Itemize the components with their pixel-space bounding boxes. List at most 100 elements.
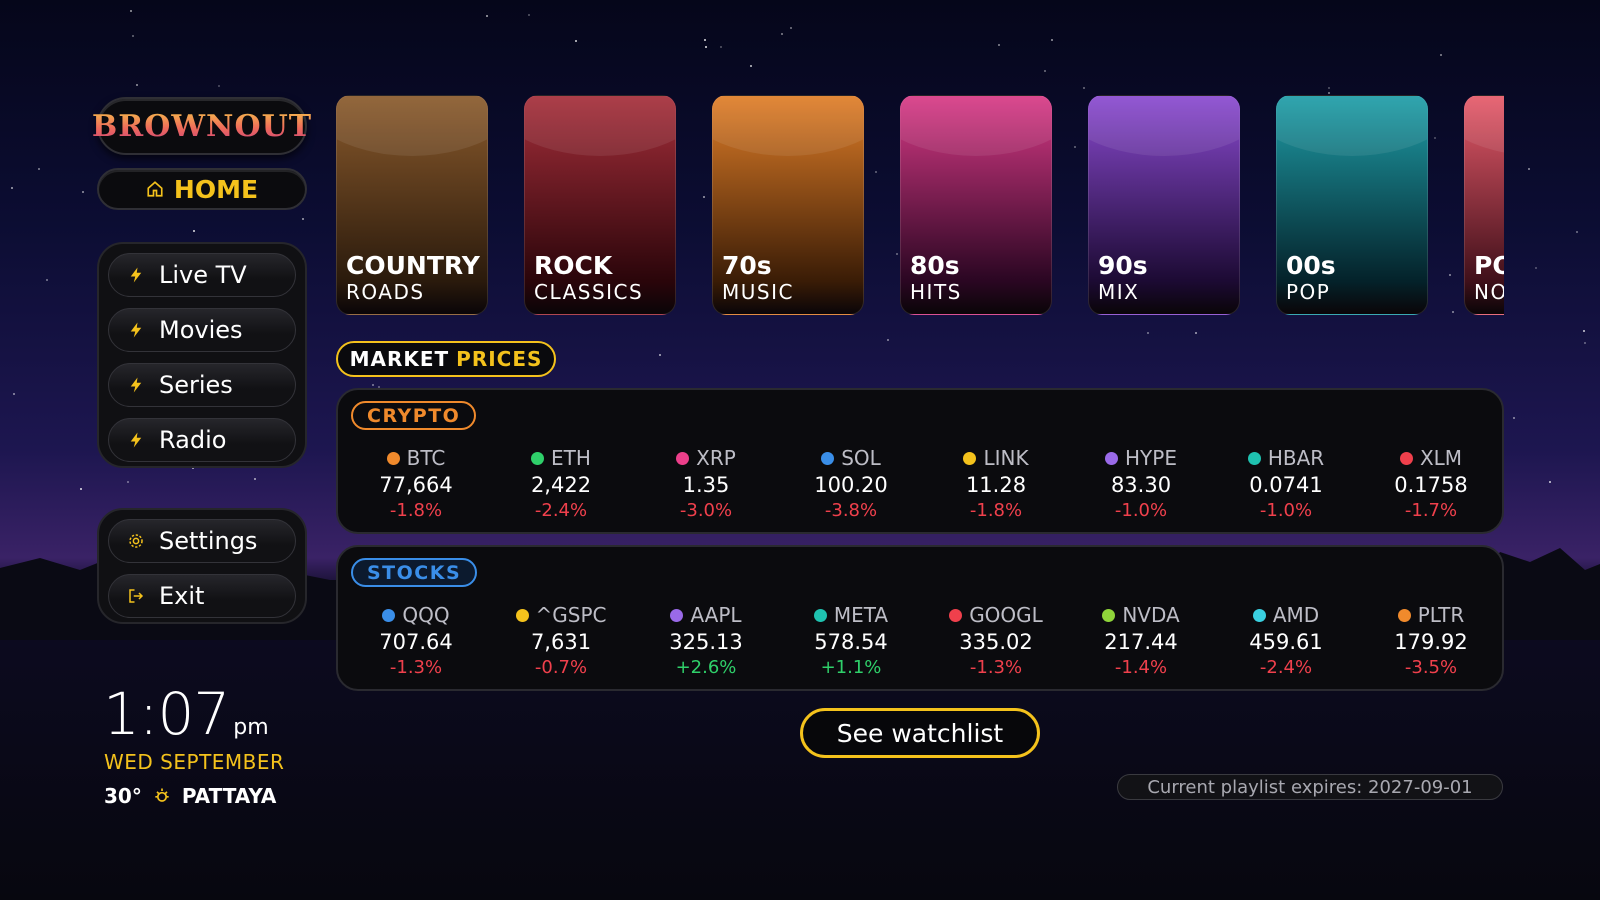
ticker-color-dot — [382, 608, 396, 622]
see-watchlist-button[interactable]: See watchlist — [800, 708, 1040, 758]
star — [1583, 330, 1585, 332]
ticker-pltr[interactable]: PLTR 179.92 -3.5% — [1361, 603, 1501, 678]
ticker-price: 0.1758 — [1394, 473, 1468, 497]
genre-card[interactable]: 80s HITS — [900, 95, 1052, 315]
star — [1584, 342, 1586, 344]
star — [750, 65, 752, 67]
nav-item-series[interactable]: Series — [108, 363, 296, 407]
market-prices-label: MARKET PRICES — [336, 341, 556, 377]
ticker-eth[interactable]: ETH 2,422 -2.4% — [491, 446, 631, 521]
ticker-color-dot — [1399, 451, 1413, 465]
genre-card[interactable]: ROCK CLASSICS — [524, 95, 676, 315]
ticker-change: -1.4% — [1114, 657, 1168, 678]
nav-item-settings[interactable]: Settings — [108, 519, 296, 563]
star — [130, 10, 132, 12]
genre-card[interactable]: 70s MUSIC — [712, 95, 864, 315]
ticker-gspc[interactable]: ^GSPC 7,631 -0.7% — [491, 603, 631, 678]
genre-subtitle: ROADS — [346, 280, 425, 304]
star — [998, 44, 1000, 46]
ticker-nvda[interactable]: NVDA 217.44 -1.4% — [1071, 603, 1211, 678]
star — [1513, 417, 1515, 419]
nav-item-label: Movies — [159, 316, 243, 344]
weather: 30° PATTAYA — [104, 784, 276, 808]
genre-card[interactable]: 00s POP — [1276, 95, 1428, 315]
ticker-color-dot — [813, 608, 827, 622]
genre-card[interactable]: 90s MIX — [1088, 95, 1240, 315]
star — [302, 218, 304, 220]
logo-text: BROWNOUT — [91, 108, 313, 144]
ticker-symbol: HYPE — [1071, 446, 1211, 470]
star — [781, 33, 783, 35]
star — [575, 40, 577, 42]
market-label-a: MARKET — [349, 347, 450, 371]
ticker-symbol-text: ETH — [551, 446, 591, 470]
ticker-change: -0.7% — [534, 657, 588, 678]
genre-subtitle: HITS — [910, 280, 962, 304]
ticker-meta[interactable]: META 578.54 +1.1% — [781, 603, 921, 678]
genre-subtitle: NOW — [1474, 280, 1504, 304]
ticker-sol[interactable]: SOL 100.20 -3.8% — [781, 446, 921, 521]
clock-time: 1:07 — [103, 680, 230, 748]
star — [528, 14, 530, 16]
ticker-symbol: BTC — [346, 446, 486, 470]
city: PATTAYA — [181, 784, 277, 808]
ticker-price: 77,664 — [379, 473, 453, 497]
ticker-hbar[interactable]: HBAR 0.0741 -1.0% — [1216, 446, 1356, 521]
date-label: WED SEPTEMBER — [104, 750, 285, 774]
system-nav: Settings Exit — [97, 508, 307, 624]
genre-title: 00s — [1286, 251, 1336, 280]
ticker-color-dot — [1252, 608, 1266, 622]
ticker-symbol: AAPL — [636, 603, 776, 627]
ticker-change: -2.4% — [534, 500, 588, 521]
ticker-xlm[interactable]: XLM 0.1758 -1.7% — [1361, 446, 1501, 521]
ticker-change: -3.8% — [824, 500, 878, 521]
ticker-amd[interactable]: AMD 459.61 -2.4% — [1216, 603, 1356, 678]
ticker-aapl[interactable]: AAPL 325.13 +2.6% — [636, 603, 776, 678]
genre-subtitle: CLASSICS — [534, 280, 644, 304]
ticker-qqq[interactable]: QQQ 707.64 -1.3% — [346, 603, 486, 678]
star — [46, 279, 48, 281]
genre-card[interactable]: COUNTRY ROADS — [336, 95, 488, 315]
star — [1328, 92, 1330, 94]
playlist-expiry: Current playlist expires: 2027-09-01 — [1117, 774, 1503, 800]
ticker-price: 100.20 — [814, 473, 888, 497]
home-label: HOME — [173, 174, 259, 204]
genre-title: ROCK — [534, 251, 613, 280]
ticker-googl[interactable]: GOOGL 335.02 -1.3% — [926, 603, 1066, 678]
ticker-symbol: HBAR — [1216, 446, 1356, 470]
ticker-symbol: LINK — [926, 446, 1066, 470]
bolt-icon — [130, 322, 142, 338]
nav-item-radio[interactable]: Radio — [108, 418, 296, 462]
ticker-xrp[interactable]: XRP 1.35 -3.0% — [636, 446, 776, 521]
ticker-price: 2,422 — [530, 473, 592, 497]
ticker-symbol: AMD — [1216, 603, 1356, 627]
ticker-symbol-text: NVDA — [1122, 603, 1180, 627]
ticker-color-dot — [531, 451, 545, 465]
nav-item-movies[interactable]: Movies — [108, 308, 296, 352]
ticker-price: 7,631 — [530, 630, 592, 654]
clock-ampm: pm — [233, 715, 269, 740]
star — [705, 46, 707, 48]
ticker-symbol-text: GOOGL — [969, 603, 1043, 627]
ticker-symbol-text: HYPE — [1125, 446, 1177, 470]
nav-item-exit[interactable]: Exit — [108, 574, 296, 618]
ticker-hype[interactable]: HYPE 83.30 -1.0% — [1071, 446, 1211, 521]
ticker-symbol: XRP — [636, 446, 776, 470]
nav-item-label: Live TV — [159, 261, 247, 289]
ticker-price: 459.61 — [1249, 630, 1323, 654]
ticker-link[interactable]: LINK 11.28 -1.8% — [926, 446, 1066, 521]
ticker-btc[interactable]: BTC 77,664 -1.8% — [346, 446, 486, 521]
star — [1044, 70, 1046, 72]
home-button[interactable]: HOME — [97, 168, 307, 210]
star — [1195, 332, 1197, 334]
ticker-symbol-text: AAPL — [690, 603, 742, 627]
clock: 1:07 pm — [103, 680, 269, 748]
nav-item-live-tv[interactable]: Live TV — [108, 253, 296, 297]
brand-logo[interactable]: BROWNOUT — [92, 97, 311, 155]
star — [1535, 267, 1537, 269]
star — [1147, 332, 1149, 334]
genre-card[interactable]: POP NOW — [1464, 95, 1504, 315]
star — [218, 85, 220, 87]
star — [11, 187, 13, 189]
genre-title: 90s — [1098, 251, 1148, 280]
